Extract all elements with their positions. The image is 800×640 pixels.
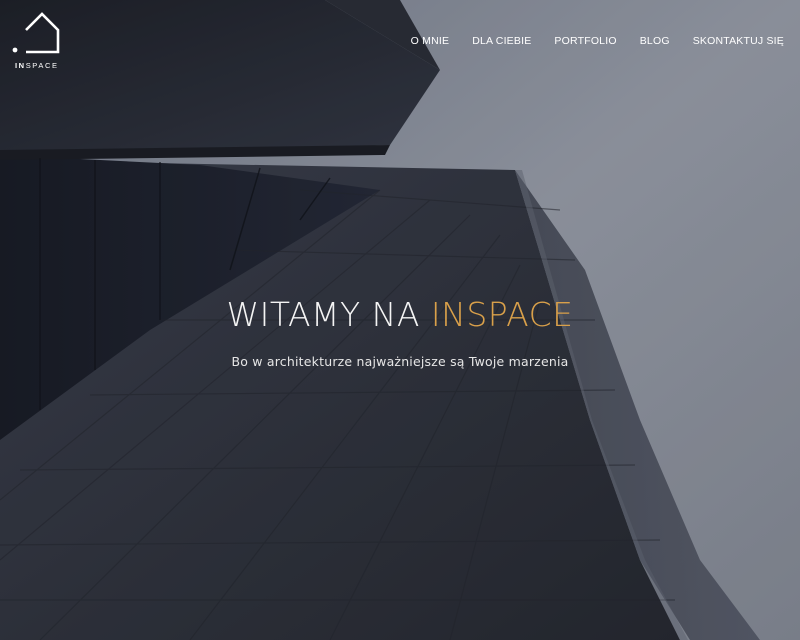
hero-title-accent: INSPACE xyxy=(430,295,574,334)
nav-item-portfolio[interactable]: PORTFOLIO xyxy=(554,35,616,47)
hero-subtitle: Bo w architekturze najważniejsze są Twoj… xyxy=(231,354,569,369)
nav-item-for-you[interactable]: DLA CIEBIE xyxy=(472,35,531,47)
logo-text: INSPACE xyxy=(15,61,59,70)
house-logo-icon xyxy=(12,12,60,54)
hero-title-main: WITAMY NA xyxy=(226,295,431,334)
nav-item-blog[interactable]: BLOG xyxy=(640,35,670,47)
site-logo[interactable]: INSPACE xyxy=(12,10,64,72)
hero-section: INSPACE O MNIE DLA CIEBIE PORTFOLIO BLOG… xyxy=(0,0,800,640)
main-nav: O MNIE DLA CIEBIE PORTFOLIO BLOG SKONTAK… xyxy=(388,35,784,47)
nav-item-contact[interactable]: SKONTAKTUJ SIĘ xyxy=(693,35,784,47)
nav-item-about[interactable]: O MNIE xyxy=(411,35,450,47)
hero-title: WITAMY NA INSPACE xyxy=(0,295,800,334)
